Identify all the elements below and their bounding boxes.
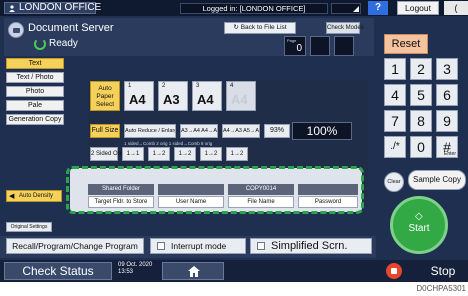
tray-2-button[interactable]: 2 A3 [158, 81, 188, 111]
start-icon: ◇ [415, 211, 423, 222]
key-hash-enter[interactable]: # Enter [436, 136, 458, 158]
back-to-file-list-button[interactable]: ↻ Back to File List [224, 22, 296, 34]
corner-icon [353, 6, 359, 12]
reset-button[interactable]: Reset [384, 34, 428, 54]
duplex-button[interactable]: 2 Sided Orig [90, 147, 124, 161]
highlight-dashed-outline [66, 166, 364, 214]
tray-3-button[interactable]: 3 A4 [192, 81, 222, 111]
check-modes-button[interactable]: Check Modes [326, 22, 364, 34]
auto-density-label: Auto Density [19, 193, 54, 199]
tray-4-button[interactable]: 4 A4 [226, 81, 256, 111]
key-0[interactable]: 0 [410, 136, 432, 158]
page-title: Document Server [28, 22, 114, 34]
full-size-button[interactable]: Full Size [90, 124, 120, 138]
interrupt-mode-button[interactable]: Interrupt mode [150, 238, 246, 254]
key-8[interactable]: 8 [410, 110, 432, 132]
simplified-checkbox-icon [257, 242, 265, 250]
office-title: LONDON OFFICE [4, 2, 101, 14]
zoom-ratio-display: 100% [292, 122, 352, 140]
duplex-option-2[interactable]: 1→2 [148, 147, 170, 161]
login-status: Logged in: [LONDON OFFICE] [180, 3, 328, 14]
mode-text-button[interactable]: Text [6, 58, 64, 69]
back-arrow-icon: ↻ [233, 24, 241, 31]
zoom-preset-2-button[interactable]: A4→A3 A5→A4 [222, 124, 260, 138]
date-text: 09 Oct. 2020 [118, 262, 153, 268]
interrupt-mode-label: Interrupt mode [171, 241, 227, 251]
zoom-preset-1-button[interactable]: A3→A4 A4→A5 [180, 124, 218, 138]
simplified-screen-label: Simplified Scrn. [271, 240, 348, 252]
tray-1-button[interactable]: 1 A4 [124, 81, 154, 111]
key-6[interactable]: 6 [436, 84, 458, 106]
interrupt-checkbox-icon [157, 242, 165, 250]
status-text: Ready [49, 38, 78, 49]
mode-photo-button[interactable]: Photo [6, 86, 64, 97]
stop-icon[interactable] [386, 263, 402, 279]
key-2[interactable]: 2 [410, 58, 432, 80]
duplex-hint: 1 sided→Comb 2 orig 1 sided→Comb 8 orig [124, 141, 213, 146]
key-1[interactable]: 1 [384, 58, 406, 80]
back-to-file-list-label: Back to File List [240, 24, 287, 31]
start-label: Start [408, 223, 430, 234]
extra-button[interactable]: ( [444, 1, 468, 15]
tray-size: A4 [129, 92, 146, 107]
home-icon [188, 266, 200, 277]
key-9[interactable]: 9 [436, 110, 458, 132]
device-screen: LONDON OFFICE Logged in: [LONDON OFFICE]… [0, 0, 468, 282]
blank-box-2 [334, 36, 354, 56]
figure-id: D0CHPA5301 [416, 284, 466, 293]
duplex-option-3[interactable]: 1→2 [174, 147, 196, 161]
office-title-text: LONDON OFFICE [19, 2, 102, 13]
resize-corner [331, 3, 361, 14]
auto-density-button[interactable]: ◀ Auto Density [6, 190, 62, 202]
tray-number: 3 [196, 83, 200, 89]
tray-number: 2 [162, 83, 166, 89]
mode-text-photo-button[interactable]: Text / Photo [6, 72, 64, 83]
left-arrow-icon: ◀ [9, 193, 15, 200]
simplified-screen-button[interactable]: Simplified Scrn. [250, 238, 372, 254]
duplex-option-1[interactable]: 1→1 [122, 147, 144, 161]
document-server-icon [8, 22, 24, 38]
ready-icon [34, 38, 46, 50]
check-status-button[interactable]: Check Status [4, 262, 112, 280]
clear-button[interactable]: Clear [384, 172, 404, 192]
original-settings-button[interactable]: Original Settings [6, 222, 52, 232]
home-button[interactable] [162, 262, 224, 280]
blank-box-1 [310, 36, 330, 56]
duplex-option-5[interactable]: 1→2 [226, 147, 248, 161]
tray-size: A3 [163, 92, 180, 107]
recall-program-button[interactable]: Recall/Program/Change Program [6, 238, 144, 254]
stop-button[interactable]: Stop [420, 262, 466, 280]
tray-number: 4 [230, 83, 234, 89]
page-counter: Page 0 [284, 36, 306, 56]
user-icon [9, 5, 15, 12]
duplex-option-4[interactable]: 1→2 [200, 147, 222, 161]
date-time: 09 Oct. 2020 13:53 [118, 262, 152, 276]
sample-copy-button[interactable]: Sample Copy [408, 170, 466, 190]
tray-size: A4 [231, 92, 248, 107]
auto-paper-select-button[interactable]: Auto Paper Select [90, 81, 120, 111]
key-7[interactable]: 7 [384, 110, 406, 132]
start-button[interactable]: ◇ Start [390, 196, 448, 254]
page-counter-label: Page [287, 38, 297, 43]
auto-reduce-enlarge-button[interactable]: Auto Reduce / Enlarge [124, 124, 176, 138]
key-dot-star[interactable]: ./* [384, 136, 406, 158]
page-counter-value: 0 [296, 43, 302, 54]
key-4[interactable]: 4 [384, 84, 406, 106]
key-3[interactable]: 3 [436, 58, 458, 80]
help-button[interactable]: ? [368, 1, 388, 15]
time-text: 13:53 [118, 269, 134, 275]
tray-number: 1 [128, 83, 132, 89]
tray-size: A4 [197, 92, 214, 107]
mode-generation-copy-button[interactable]: Generation Copy [6, 114, 64, 125]
logout-button[interactable]: Logout [397, 1, 439, 15]
key-5[interactable]: 5 [410, 84, 432, 106]
key-enter-sublabel: Enter [444, 151, 456, 157]
zoom-93-button[interactable]: 93% [264, 124, 290, 138]
mode-pale-button[interactable]: Pale [6, 100, 64, 111]
